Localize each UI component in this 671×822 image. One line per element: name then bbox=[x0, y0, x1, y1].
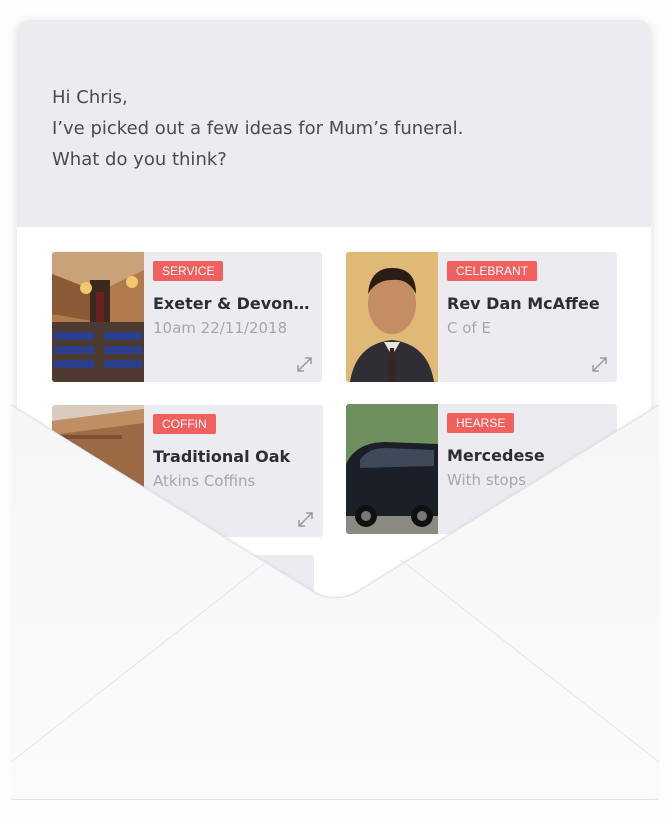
service-tag: SERVICE bbox=[153, 261, 224, 281]
expand-icon[interactable] bbox=[295, 355, 314, 374]
message-text: Hi Chris, I’ve picked out a few ideas fo… bbox=[52, 82, 463, 175]
coffin-title: Traditional Oak bbox=[153, 447, 291, 466]
hearse-tag: HEARSE bbox=[447, 413, 515, 433]
expand-icon[interactable] bbox=[296, 510, 315, 529]
message-line-1: I’ve picked out a few ideas for Mum’s fu… bbox=[52, 118, 464, 139]
coffin-tag: COFFIN bbox=[153, 414, 216, 434]
service-card[interactable]: SERVICE Exeter & Devon Cr... 10am 22/11/… bbox=[52, 252, 322, 382]
celebrant-subtitle: C of E bbox=[447, 319, 491, 337]
service-subtitle: 10am 22/11/2018 bbox=[153, 319, 288, 337]
church-interior-image bbox=[52, 252, 144, 382]
coffin-subtitle: Atkins Coffins bbox=[153, 472, 256, 490]
celebrant-card[interactable]: CELEBRANT Rev Dan McAffee C of E bbox=[346, 252, 617, 382]
message-header: Hi Chris, I’ve picked out a few ideas fo… bbox=[17, 20, 651, 227]
celebrant-title: Rev Dan McAffee bbox=[447, 294, 600, 313]
message-line-2: What do you think? bbox=[52, 149, 227, 170]
greeting-text: Hi Chris, bbox=[52, 87, 128, 108]
expand-icon[interactable] bbox=[590, 355, 609, 374]
service-title: Exeter & Devon Cr... bbox=[153, 294, 313, 313]
black-hearse-image bbox=[346, 404, 438, 534]
celebrant-tag: CELEBRANT bbox=[447, 261, 538, 281]
celebrant-portrait-image bbox=[346, 252, 438, 382]
